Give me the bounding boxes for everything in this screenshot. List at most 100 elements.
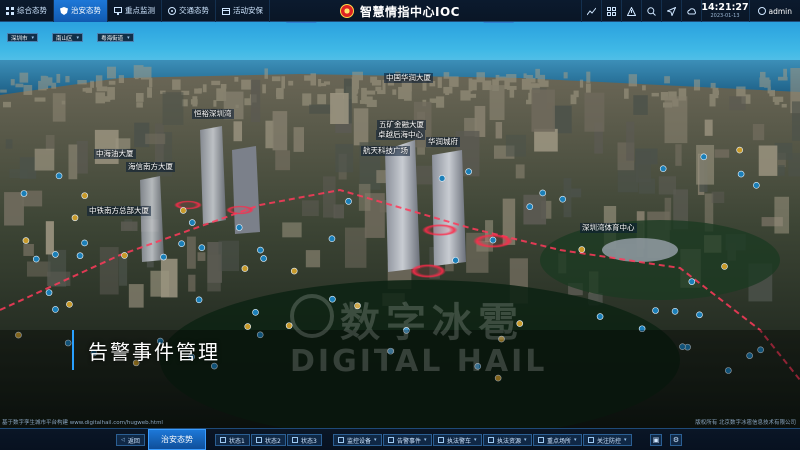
traffic-icon (168, 6, 176, 15)
chevron-down-icon: ▾ (76, 34, 80, 41)
grid-icon[interactable] (600, 0, 621, 22)
tab-event-security[interactable]: 活动安保 (216, 0, 270, 22)
map-label[interactable]: 恒裕深圳湾 (192, 109, 234, 119)
chart-icon[interactable] (580, 0, 601, 22)
search-icon[interactable] (640, 0, 661, 22)
layers-icon[interactable]: ▣ (650, 434, 662, 446)
monitor-icon (114, 6, 122, 15)
main-nav: 综合态势 治安态势 重点监测 交通态势 活动安保 (0, 0, 270, 22)
state-label: 状态1 (229, 437, 245, 445)
district-select-value: 南山区 (56, 35, 73, 42)
tab-overview[interactable]: 综合态势 (0, 0, 54, 22)
map-label[interactable]: 五矿金融大厦 (377, 120, 426, 130)
place-icon (538, 437, 544, 443)
menu-label: 监控设备 (347, 437, 372, 445)
app-title: 智慧情指中心IOC (360, 4, 460, 19)
event-icon (222, 7, 230, 15)
map-label[interactable]: 航天科技广场 (361, 146, 410, 156)
toolbar: 14:21:27 2023-01-13 admin (580, 0, 800, 22)
back-button[interactable]: ◁ 返回 (116, 434, 145, 446)
state-3-button[interactable]: 状态3 (287, 434, 322, 446)
clock: 14:21:27 2023-01-13 (700, 0, 749, 22)
tab-label: 活动安保 (233, 6, 263, 15)
chevron-down-icon: ▾ (474, 437, 477, 443)
menu-label: 执法警车 (447, 437, 472, 445)
street-select-value: 粤海街道 (101, 35, 124, 42)
tab-traffic[interactable]: 交通态势 (162, 0, 216, 22)
state-icon (220, 437, 226, 443)
city-select[interactable]: 深圳市 ▾ (7, 33, 39, 42)
district-select[interactable]: 南山区 ▾ (52, 33, 84, 42)
chevron-down-icon: ▾ (524, 437, 527, 443)
state-icon (256, 437, 262, 443)
tab-label: 综合态势 (17, 6, 47, 15)
menu-monitoring-devices[interactable]: 监控设备 ▾ (333, 434, 382, 446)
tab-label: 治安态势 (71, 6, 101, 15)
title-accent-bar (72, 330, 74, 370)
city-select-value: 深圳市 (11, 35, 28, 42)
police-emblem-icon (340, 4, 354, 18)
tab-label: 交通态势 (179, 6, 209, 15)
watermark-cn: 数字冰雹 (340, 300, 524, 346)
menu-label: 告警事件 (397, 437, 422, 445)
footer-right-text: 版权所有 北京数字冰雹信息技术有限公司 (695, 420, 796, 426)
menu-label: 重点场所 (547, 437, 572, 445)
focus-icon (588, 437, 594, 443)
map-label[interactable]: 中海油大厦 (94, 149, 136, 159)
menu-label: 关注防控 (597, 437, 622, 445)
chevron-down-icon: ▾ (127, 34, 130, 41)
map-label[interactable]: 华润城府 (426, 137, 460, 147)
chevron-down-icon: ▾ (374, 437, 377, 443)
chevron-down-icon: ▾ (624, 437, 627, 443)
tab-key-monitoring[interactable]: 重点监测 (108, 0, 162, 22)
map-label[interactable]: 卓越后海中心 (376, 130, 425, 140)
weather-icon[interactable] (680, 0, 701, 22)
settings-icon[interactable]: ⚙ (670, 434, 682, 446)
street-select[interactable]: 粤海街道 ▾ (97, 33, 134, 42)
menu-patrol-cars[interactable]: 执法警车 ▾ (433, 434, 482, 446)
chevron-down-icon: ▾ (424, 437, 427, 443)
watermark-logo-icon (290, 294, 334, 338)
map-label[interactable]: 海信南方大厦 (126, 162, 175, 172)
tab-public-security[interactable]: 治安态势 (54, 0, 108, 22)
current-mode-button[interactable]: 治安态势 (148, 429, 206, 450)
user-menu[interactable]: admin (748, 0, 800, 22)
state-2-button[interactable]: 状态2 (251, 434, 286, 446)
camera-icon (338, 437, 344, 443)
watermark-en: DIGITAL HAIL (290, 344, 548, 379)
city-render (0, 0, 800, 450)
map-label[interactable]: 中国华润大厦 (384, 73, 433, 83)
menu-enforcement-resources[interactable]: 执法资源 ▾ (483, 434, 532, 446)
app-header: 智慧情指中心IOC (300, 0, 500, 22)
resource-icon (488, 437, 494, 443)
shield-icon (60, 6, 68, 15)
menu-focus-control[interactable]: 关注防控 ▾ (583, 434, 632, 446)
send-icon[interactable] (660, 0, 681, 22)
car-icon (438, 437, 444, 443)
user-name: admin (768, 6, 793, 16)
grid-icon (6, 6, 14, 15)
panel-title: 告警事件管理 (72, 330, 220, 370)
chevron-down-icon: ▾ (574, 437, 577, 443)
chevron-down-icon: ▾ (31, 34, 35, 41)
user-icon (757, 7, 766, 15)
back-arrow-icon: ◁ (121, 437, 125, 443)
panel-title-text: 告警事件管理 (88, 339, 220, 364)
region-filters: 深圳市 ▾ 南山区 ▾ 粤海街道 ▾ (7, 33, 134, 42)
clock-date: 2023-01-13 (710, 13, 740, 19)
menu-label: 执法资源 (497, 437, 522, 445)
city-3d-scene[interactable] (0, 0, 800, 450)
menu-alert-events[interactable]: 告警事件 ▾ (383, 434, 432, 446)
top-bar: 综合态势 治安态势 重点监测 交通态势 活动安保 智慧情指中心IOC 14:21… (0, 0, 800, 22)
state-icon (292, 437, 298, 443)
back-label: 返回 (127, 437, 140, 445)
alert-icon (388, 437, 394, 443)
watermark: 数字冰雹 DIGITAL HAIL (290, 290, 547, 379)
bottom-bar: ◁ 返回 状态1 状态2 状态3 监控设备 ▾ 告警事件 ▾ 执法警车 ▾ 执法… (0, 428, 800, 450)
menu-key-places[interactable]: 重点场所 ▾ (533, 434, 582, 446)
state-label: 状态2 (265, 437, 281, 445)
map-label[interactable]: 深圳湾体育中心 (580, 223, 637, 233)
state-1-button[interactable]: 状态1 (215, 434, 250, 446)
map-label[interactable]: 中铁南方总部大厦 (87, 206, 151, 216)
alert-icon[interactable] (620, 0, 641, 22)
